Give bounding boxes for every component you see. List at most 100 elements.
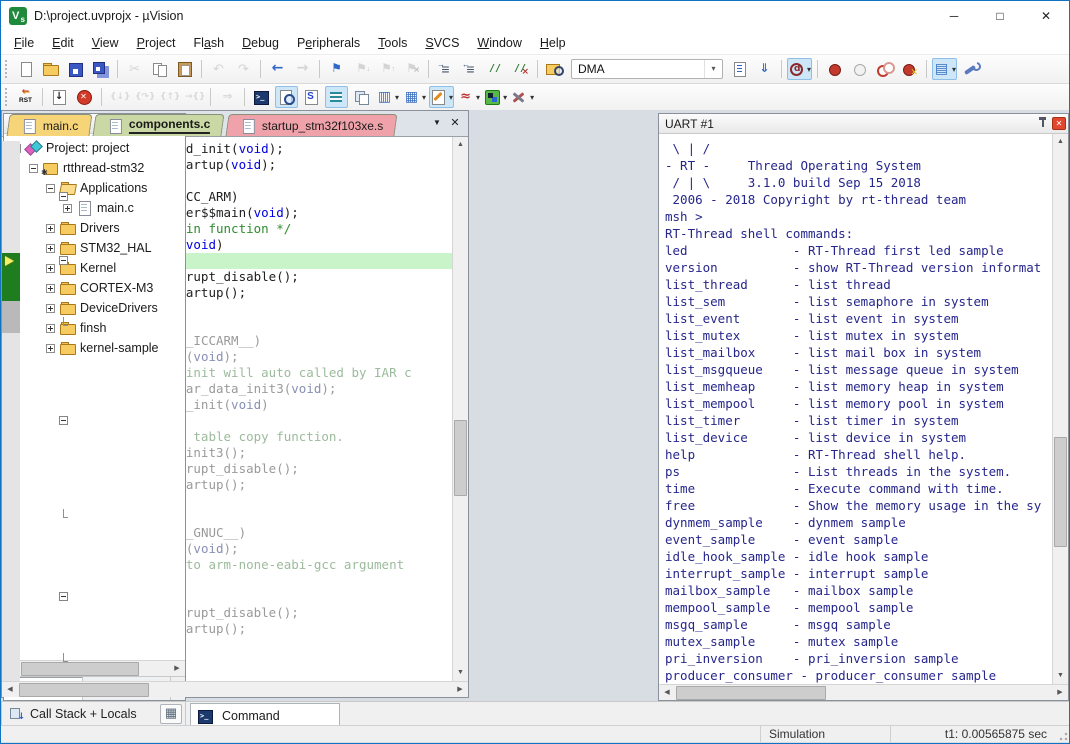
editor-tab-main-c[interactable]: main.c (6, 114, 92, 136)
tree-item-kernel-sample[interactable]: kernel-sample (4, 338, 185, 358)
menu-help[interactable]: Help (531, 32, 575, 54)
insert-breakpoint-button[interactable] (823, 58, 846, 80)
menu-flash[interactable]: Flash (185, 32, 234, 54)
code-line-157[interactable]: 157} (2, 317, 452, 333)
menu-debug[interactable]: Debug (233, 32, 288, 54)
close-button[interactable]: ✕ (1023, 1, 1069, 31)
scroll-thumb[interactable] (676, 686, 826, 700)
command-window-button[interactable] (250, 86, 273, 108)
run-to-cursor-button[interactable] (182, 86, 205, 108)
comment-button[interactable] (484, 58, 507, 80)
code-line-153[interactable]: 153{ (2, 253, 452, 269)
code-line-177[interactable]: 177 return 0; (2, 637, 452, 653)
minimize-button[interactable]: ─ (931, 1, 977, 31)
code-line-164[interactable]: 164 // call IAR table copy function. (2, 429, 452, 445)
code-line-169[interactable]: 169} (2, 509, 452, 525)
code-line-159[interactable]: 159extern int main(void); (2, 349, 452, 365)
watch-windows-button[interactable]: ▾ (375, 86, 400, 108)
expand-icon[interactable] (46, 244, 55, 253)
pin-icon[interactable] (1032, 116, 1049, 132)
cut-button[interactable] (123, 58, 146, 80)
menu-edit[interactable]: Edit (43, 32, 83, 54)
code-line-146[interactable]: 146void rt_hw_board_init(void); (2, 141, 452, 157)
find-combo-value[interactable]: DMA (572, 62, 704, 76)
analysis-windows-button[interactable]: ▾ (456, 86, 481, 108)
scroll-down-icon[interactable]: ▼ (1053, 668, 1068, 684)
scroll-left-icon[interactable]: ◀ (659, 685, 675, 700)
reset-button[interactable] (14, 86, 37, 108)
code-line-148[interactable]: 148 (2, 173, 452, 189)
scroll-left-icon[interactable]: ◀ (2, 682, 18, 697)
menu-peripherals[interactable]: Peripherals (288, 32, 369, 54)
unindent-button[interactable] (459, 58, 482, 80)
code-editor[interactable]: 146void rt_hw_board_init(void);147int rt… (2, 137, 452, 681)
serial-window-button[interactable] (300, 86, 323, 108)
menu-svcs[interactable]: SVCS (416, 32, 468, 54)
code-line-151[interactable]: 151/* re-define main function */ (2, 221, 452, 237)
code-line-176[interactable]: 176 rtthread_startup(); (2, 621, 452, 637)
tree-item-kernel[interactable]: Kernel (4, 258, 185, 278)
tree-item-finsh[interactable]: finsh (4, 318, 185, 338)
code-line-155[interactable]: 155 rtthread_startup(); (2, 285, 452, 301)
code-line-160[interactable]: 160/* __low_level_init will auto called … (2, 365, 452, 381)
code-line-150[interactable]: 150extern int $Super$$main(void); (2, 205, 452, 221)
uart-hscrollbar[interactable]: ◀ ▶ (659, 684, 1068, 700)
memory-window-button[interactable] (325, 86, 348, 108)
scroll-right-icon[interactable]: ▶ (169, 661, 185, 676)
code-line-172[interactable]: 172/* Add -eentry to arm-none-eabi-gcc a… (2, 557, 452, 573)
step-out-button[interactable] (157, 86, 180, 108)
run-button[interactable] (48, 86, 71, 108)
expand-icon[interactable] (46, 324, 55, 333)
prev-bookmark-button[interactable] (375, 58, 398, 80)
call-stack-bar[interactable]: Call Stack + Locals (1, 701, 186, 727)
copy-button[interactable] (148, 58, 171, 80)
step-over-button[interactable] (132, 86, 155, 108)
code-line-156[interactable]: 156 return 0; (2, 301, 452, 317)
clear-bookmarks-button[interactable] (400, 58, 423, 80)
dropdown-caret-icon[interactable]: ▾ (476, 93, 480, 102)
expand-icon[interactable] (46, 224, 55, 233)
maximize-button[interactable]: □ (977, 1, 1023, 31)
scroll-thumb[interactable] (21, 662, 139, 676)
scroll-up-icon[interactable]: ▲ (1053, 134, 1068, 150)
code-line-166[interactable]: 166 rt_hw_interrupt_disable(); (2, 461, 452, 477)
code-line-173[interactable]: 173int entry(void) (2, 573, 452, 589)
tree-item-stm32-hal[interactable]: STM32_HAL (4, 238, 185, 258)
code-line-147[interactable]: 147int rtthread_startup(void); (2, 157, 452, 173)
code-line-168[interactable]: 168 return 0; (2, 493, 452, 509)
code-line-163[interactable]: 163{ (2, 413, 452, 429)
fold-collapse-icon[interactable] (59, 592, 68, 601)
stop-button[interactable] (73, 86, 96, 108)
code-line-178[interactable]: 178} (2, 653, 452, 669)
dropdown-caret-icon[interactable]: ▾ (952, 65, 956, 74)
close-document-icon[interactable] (446, 114, 464, 132)
uart-terminal[interactable]: \ | /- RT - Thread Operating System / | … (659, 134, 1052, 684)
scroll-thumb[interactable] (454, 420, 467, 496)
symbols-window-button[interactable] (350, 86, 373, 108)
dropdown-caret-icon[interactable]: ▾ (422, 93, 426, 102)
find-dialog-button[interactable]: ▾ (787, 58, 812, 80)
resize-grip[interactable] (1055, 726, 1069, 742)
save-all-button[interactable] (89, 58, 112, 80)
command-tab[interactable]: Command (190, 703, 340, 727)
configure-button[interactable] (959, 58, 982, 80)
next-bookmark-button[interactable] (350, 58, 373, 80)
system-viewer-button[interactable]: ▾ (483, 86, 508, 108)
uart-panel-close-icon[interactable] (1052, 117, 1066, 130)
dropdown-caret-icon[interactable]: ▾ (530, 93, 534, 102)
dropdown-caret-icon[interactable]: ▾ (449, 93, 453, 102)
tree-item-applications[interactable]: Applications (4, 178, 185, 198)
menu-file[interactable]: File (5, 32, 43, 54)
paste-button[interactable] (173, 58, 196, 80)
enable-breakpoint-button[interactable] (848, 58, 871, 80)
step-into-button[interactable] (107, 86, 130, 108)
menu-window[interactable]: Window (468, 32, 530, 54)
disable-all-breakpoints-button[interactable] (873, 58, 896, 80)
collapse-icon[interactable] (29, 164, 38, 173)
code-line-154[interactable]: 154 rt_hw_interrupt_disable(); (2, 269, 452, 285)
code-line-158[interactable]: 158#elif defined(__ICCARM__) (2, 333, 452, 349)
kill-all-breakpoints-button[interactable] (898, 58, 921, 80)
collapse-icon[interactable] (46, 184, 55, 193)
menu-view[interactable]: View (83, 32, 128, 54)
code-line-165[interactable]: 165 __iar_data_init3(); (2, 445, 452, 461)
